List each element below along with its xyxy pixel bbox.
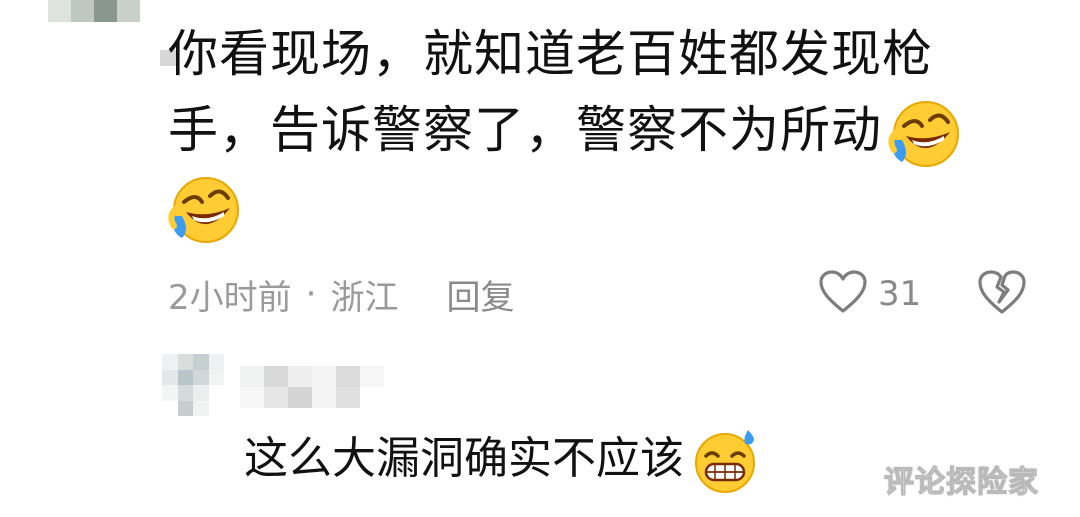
comment-line-1: 你看现场，就知道老百姓都发现枪 (168, 25, 933, 83)
comment-line-3 (168, 168, 998, 244)
reply-text: 这么大漏洞确实不应该 (244, 433, 684, 484)
reply-username[interactable] (240, 366, 386, 408)
dislike-button[interactable] (976, 268, 1028, 320)
reply-body: 这么大漏洞确实不应该 (244, 424, 760, 496)
meta-separator: · (305, 274, 317, 314)
comment-meta: 2小时前 · 浙江 回复 (168, 270, 514, 318)
rofl-emoji-icon (888, 96, 964, 172)
comment-line-2: 手，告诉警察了，警察不为所动 (168, 92, 998, 168)
comment-body: 你看现场，就知道老百姓都发现枪 手，告诉警察了，警察不为所动 (168, 16, 998, 244)
reply-avatar[interactable] (162, 354, 224, 416)
broken-heart-icon (976, 270, 1028, 320)
heart-icon (818, 269, 868, 319)
like-button[interactable]: 31 (818, 268, 921, 320)
watermark: 评论探险家 (884, 465, 1039, 501)
comment-location: 浙江 (330, 277, 399, 318)
grinning-sweat-emoji-icon (690, 426, 760, 496)
like-count: 31 (878, 274, 922, 314)
rofl-emoji-icon (168, 172, 244, 248)
comment-time: 2小时前 (168, 277, 292, 318)
reply-button[interactable]: 回复 (446, 270, 514, 319)
commenter-avatar[interactable] (48, 0, 140, 22)
